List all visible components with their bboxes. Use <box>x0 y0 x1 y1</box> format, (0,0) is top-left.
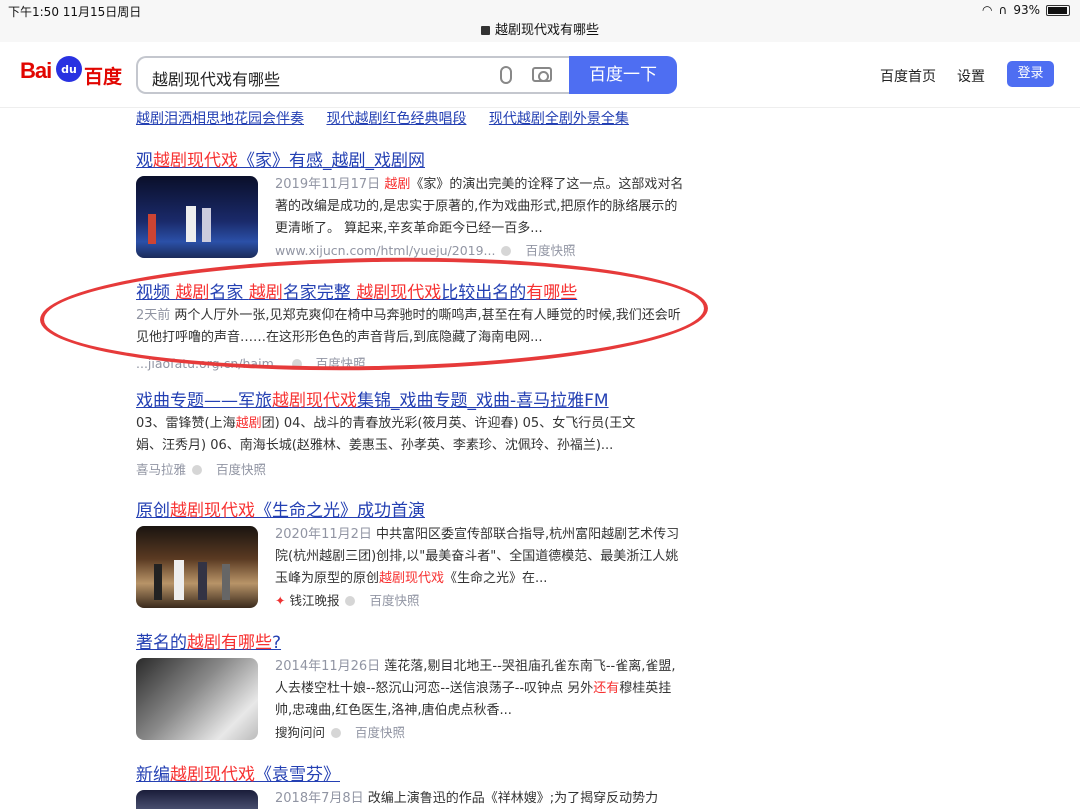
search-button[interactable]: 百度一下 <box>569 56 677 94</box>
related-searches: 越剧泪洒相思地花园会伴奏 现代越剧红色经典唱段 现代越剧全剧外景全集 <box>136 108 647 128</box>
figure-shape <box>202 208 211 242</box>
title-part: 戏曲专题——军旅 <box>136 391 272 411</box>
result-title[interactable]: 新编越剧现代戏《袁雪芬》 <box>136 760 696 785</box>
title-part: 《袁雪芬》 <box>255 765 340 785</box>
title-part: 《家》有感_越剧_戏剧网 <box>238 151 425 171</box>
result-title[interactable]: 原创越剧现代戏《生命之光》成功首演 <box>136 496 696 521</box>
home-link[interactable]: 百度首页 <box>880 66 936 86</box>
result-thumbnail[interactable] <box>136 658 258 740</box>
logo-du: du <box>61 63 77 76</box>
related-link[interactable]: 现代越剧全剧外景全集 <box>489 111 629 127</box>
desc-text: 《生命之光》在... <box>444 571 548 586</box>
title-highlight: 越剧现代戏 <box>170 765 255 785</box>
result-title[interactable]: 著名的越剧有哪些? <box>136 628 696 653</box>
figure-shape <box>222 564 230 600</box>
related-link[interactable]: 越剧泪洒相思地花园会伴奏 <box>136 111 304 127</box>
paw-icon: du <box>56 56 82 82</box>
title-part: 集锦_戏曲专题_戏曲-喜马拉雅FM <box>357 391 609 411</box>
snapshot-icon <box>331 728 342 738</box>
title-part: 原创 <box>136 501 170 521</box>
result-thumbnail[interactable] <box>136 526 258 608</box>
snapshot-icon <box>501 246 512 256</box>
result-thumbnail[interactable] <box>136 790 258 809</box>
battery-percent: 93% <box>1013 3 1040 17</box>
title-part: 《生命之光》成功首演 <box>255 501 425 521</box>
headphones-icon: ∩ <box>998 3 1008 17</box>
lock-icon <box>480 26 490 35</box>
result-desc: 03、雷锋赞(上海越剧团) 04、战斗的青春放光彩(筱月英、许迎春) 05、女飞… <box>136 413 636 457</box>
result-source[interactable]: 钱江晚报 <box>289 593 339 608</box>
desc-highlight: 越剧 <box>235 416 262 431</box>
result-title[interactable]: 戏曲专题——军旅越剧现代戏集锦_戏曲专题_戏曲-喜马拉雅FM <box>136 386 696 411</box>
search-result: 观越剧现代戏《家》有感_越剧_戏剧网 2019年11月17日 越剧《家》的演出完… <box>136 146 696 258</box>
snapshot-link[interactable]: 百度快照 <box>355 725 405 740</box>
address-bar[interactable]: 越剧现代戏有哪些 <box>0 19 1080 38</box>
login-button[interactable]: 登录 <box>1007 61 1054 87</box>
result-meta: www.xijucn.com/html/yueju/2019... 百度快照 <box>275 240 576 259</box>
status-right: ◠ ∩ 93% <box>982 3 1070 17</box>
result-desc: 2019年11月17日 越剧《家》的演出完美的诠释了这一点。这部戏对名著的改编是… <box>275 174 685 240</box>
title-part: 新编 <box>136 765 170 785</box>
result-source[interactable]: 搜狗问问 <box>275 725 325 740</box>
camera-icon[interactable] <box>532 67 552 82</box>
snapshot-icon <box>345 596 356 606</box>
snapshot-icon <box>192 465 203 475</box>
title-highlight: 越剧有哪些 <box>187 633 272 653</box>
result-date: 2014年11月26日 <box>275 659 381 674</box>
baidu-header: Bai du 百度 越剧现代戏有哪些 百度一下 百度首页 设置 登录 <box>0 42 1080 108</box>
battery-icon <box>1046 4 1070 16</box>
figure-shape <box>174 560 184 600</box>
figure-shape <box>198 562 207 600</box>
figure-shape <box>148 214 156 244</box>
result-date: 2018年7月8日 <box>275 791 364 806</box>
settings-link[interactable]: 设置 <box>957 66 985 86</box>
result-thumbnail[interactable] <box>136 176 258 258</box>
result-source[interactable]: www.xijucn.com/html/yueju/2019... <box>275 243 495 258</box>
logo-text: Bai <box>20 58 52 83</box>
result-title[interactable]: 观越剧现代戏《家》有感_越剧_戏剧网 <box>136 146 696 171</box>
result-meta: 搜狗问问 百度快照 <box>275 722 405 741</box>
desc-text: 改编上演鲁迅的作品《祥林嫂》;为了揭穿反动势力 <box>363 791 659 806</box>
title-part: 观 <box>136 151 153 171</box>
search-result: 原创越剧现代戏《生命之光》成功首演 2020年11月2日 中共富阳区委宣传部联合… <box>136 496 696 608</box>
baidu-logo[interactable]: Bai <box>20 58 52 84</box>
wifi-icon: ◠ <box>982 3 993 17</box>
title-highlight: 越剧现代戏 <box>153 151 238 171</box>
search-result: 新编越剧现代戏《袁雪芬》 2018年7月8日 改编上演鲁迅的作品《祥林嫂》;为了… <box>136 760 696 809</box>
result-desc: 2014年11月26日 莲花落,剔目北地王--哭祖庙孔雀东南飞--雀离,雀盟,人… <box>275 656 685 722</box>
title-highlight: 越剧现代戏 <box>272 391 357 411</box>
desc-highlight: 越剧现代戏 <box>379 571 445 586</box>
search-result: 著名的越剧有哪些? 2014年11月26日 莲花落,剔目北地王--哭祖庙孔雀东南… <box>136 628 696 740</box>
title-part: 著名的 <box>136 633 187 653</box>
result-source[interactable]: 喜马拉雅 <box>136 462 186 477</box>
source-icon: ✦ <box>275 593 286 608</box>
result-meta: ✦ 钱江晚报 百度快照 <box>275 590 420 609</box>
result-date: 2020年11月2日 <box>275 527 372 542</box>
result-date: 2019年11月17日 <box>275 177 381 192</box>
title-part: ? <box>272 633 282 653</box>
status-time: 下午1:50 11月15日周日 <box>8 5 142 19</box>
search-input[interactable]: 越剧现代戏有哪些 <box>136 56 570 94</box>
battery-fill <box>1048 6 1067 14</box>
snapshot-link[interactable]: 百度快照 <box>369 593 419 608</box>
logo-cn: 百度 <box>84 66 123 88</box>
desc-highlight: 越剧 <box>384 177 411 192</box>
snapshot-link[interactable]: 百度快照 <box>216 462 266 477</box>
result-desc: 2018年7月8日 改编上演鲁迅的作品《祥林嫂》;为了揭穿反动势力 <box>275 788 685 809</box>
address-text: 越剧现代戏有哪些 <box>494 23 599 38</box>
search-result: 戏曲专题——军旅越剧现代戏集锦_戏曲专题_戏曲-喜马拉雅FM 03、雷锋赞(上海… <box>136 386 696 478</box>
related-link[interactable]: 现代越剧红色经典唱段 <box>326 111 466 127</box>
desc-highlight: 还有 <box>593 681 620 696</box>
snapshot-link[interactable]: 百度快照 <box>525 243 575 258</box>
title-highlight: 越剧现代戏 <box>170 501 255 521</box>
result-meta: 喜马拉雅 百度快照 <box>136 459 696 478</box>
figure-shape <box>186 206 196 242</box>
figure-shape <box>154 564 162 600</box>
microphone-icon[interactable] <box>500 66 512 84</box>
desc-text: 03、雷锋赞(上海 <box>136 416 236 431</box>
search-query: 越剧现代戏有哪些 <box>152 70 281 89</box>
result-desc: 2020年11月2日 中共富阳区委宣传部联合指导,杭州富阳越剧艺术传习院(杭州越… <box>275 524 685 590</box>
